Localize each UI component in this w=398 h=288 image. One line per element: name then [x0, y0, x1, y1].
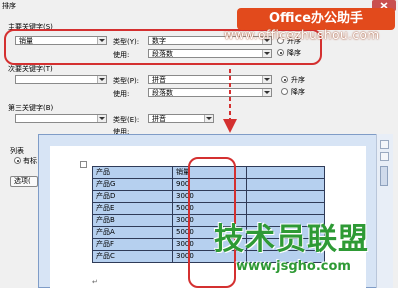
list-label: 列表 [10, 147, 24, 155]
table-cell[interactable] [246, 190, 325, 203]
cell-text: 产品G [96, 180, 116, 188]
table-cell[interactable]: 产品D [92, 190, 173, 203]
table-cell[interactable]: 产品F [92, 238, 173, 251]
table-cell[interactable]: 产品E [92, 202, 173, 215]
secondary-asc-radio[interactable] [281, 76, 288, 83]
arrow-down-icon [223, 69, 237, 133]
table-cell[interactable]: 产品B [92, 214, 173, 227]
watermark-logo: 技术员联盟 [214, 222, 369, 257]
cell-text: 产品B [96, 216, 115, 224]
secondary-using-label: 使用: [113, 90, 130, 98]
cell-text: 产品F [96, 240, 115, 248]
table-cell[interactable] [246, 202, 325, 215]
third-key-label: 第三关键字(B) [8, 104, 54, 112]
table-cell[interactable]: 产品C [92, 250, 173, 263]
cell-text: 产品C [96, 252, 115, 260]
secondary-desc-label: 降序 [291, 88, 305, 96]
secondary-asc-label: 升序 [291, 76, 305, 84]
third-type-select[interactable]: 拼音 [148, 114, 214, 123]
secondary-desc-radio[interactable] [281, 88, 288, 95]
cell-text: 产品E [96, 204, 115, 212]
cell-text: 产品 [96, 168, 110, 176]
secondary-type-label: 类型(P): [113, 77, 140, 85]
chevron-down-icon [262, 76, 271, 83]
scroll-thumb[interactable] [380, 166, 388, 186]
header-row-radio[interactable] [14, 157, 21, 164]
table-cell[interactable] [246, 166, 325, 179]
table-move-handle-icon[interactable] [80, 161, 87, 168]
cell-text: 产品A [96, 228, 115, 236]
table-cell[interactable]: 产品A [92, 226, 173, 239]
dialog-title: 排序 [2, 2, 16, 10]
secondary-key-field-select[interactable] [15, 75, 107, 84]
scroll-up-icon[interactable] [380, 140, 389, 149]
chevron-down-icon [262, 89, 271, 96]
options-button[interactable]: 选项( [10, 176, 38, 187]
watermark-url: www.jsgho.com [236, 259, 351, 274]
third-key-field-select[interactable] [15, 114, 107, 123]
ruler-toggle-icon[interactable] [380, 152, 389, 161]
secondary-using-value: 段落数 [152, 89, 173, 97]
office-assistant-banner: Office办公助手 [237, 8, 395, 30]
table-cell[interactable] [246, 178, 325, 191]
secondary-key-label: 次要关键字(T) [8, 65, 53, 73]
third-type-value: 拼音 [152, 115, 166, 123]
secondary-type-value: 拼音 [152, 76, 166, 84]
chevron-down-icon [97, 115, 106, 122]
paragraph-mark: ↵ [92, 278, 98, 286]
header-row-label: 有标 [23, 157, 37, 165]
banner-url: www.officezhushou.com [224, 28, 380, 42]
third-type-label: 类型(E): [113, 116, 140, 124]
table-cell[interactable]: 产品 [92, 166, 173, 179]
chevron-down-icon [97, 76, 106, 83]
table-cell[interactable]: 产品G [92, 178, 173, 191]
cell-text: 产品D [96, 192, 116, 200]
